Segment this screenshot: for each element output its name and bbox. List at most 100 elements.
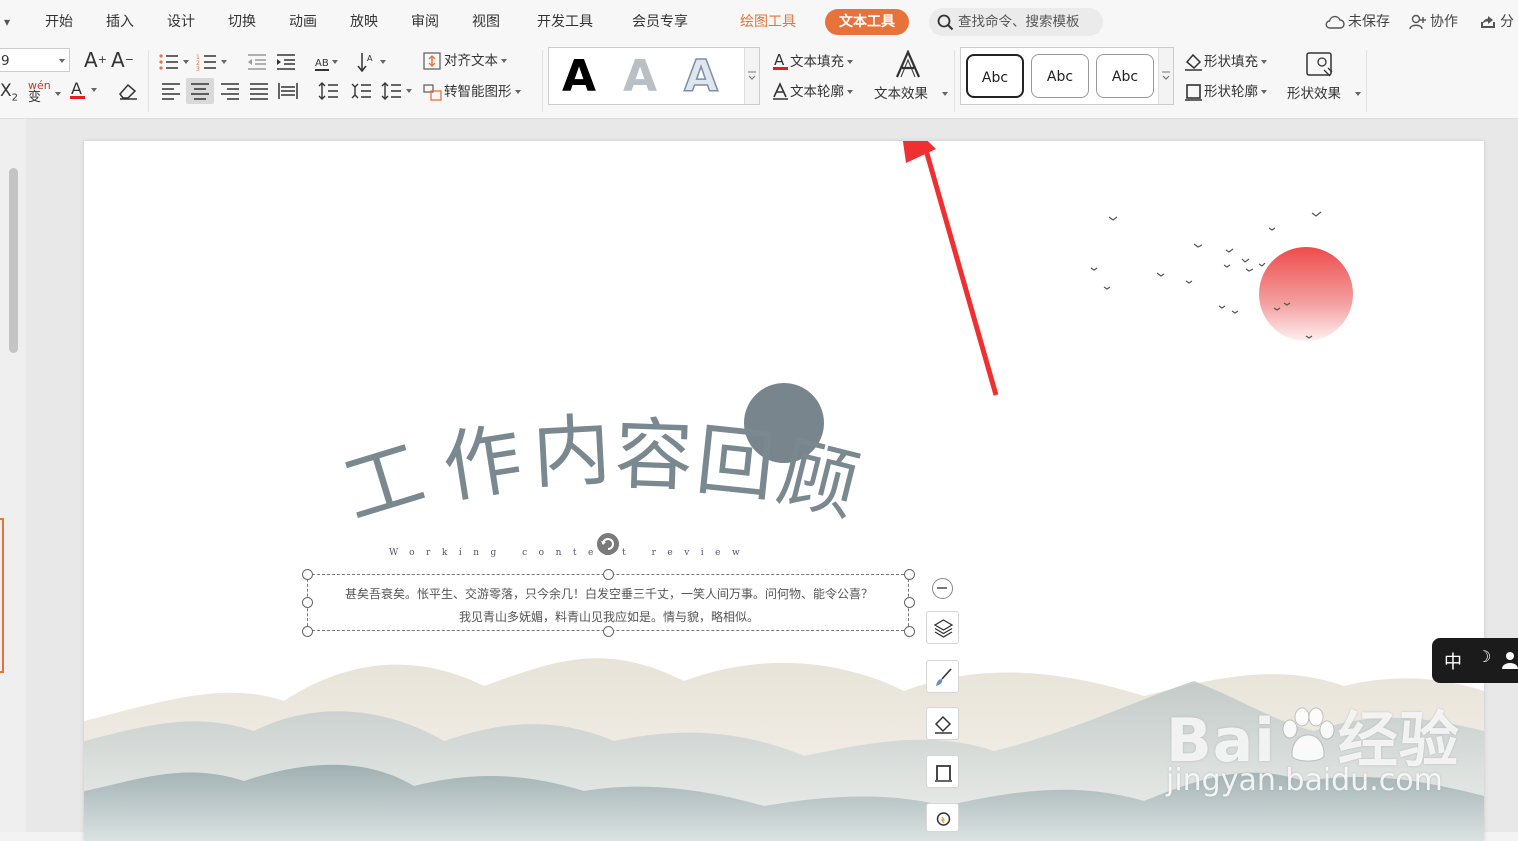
ime-toolbar[interactable]: 中 ☽	[1432, 638, 1518, 683]
tab-animation[interactable]: 动画	[289, 0, 317, 44]
text-fill-button[interactable]: A 文本填充	[772, 51, 853, 72]
tab-review[interactable]: 审阅	[411, 0, 439, 44]
tab-transition[interactable]: 切换	[228, 0, 256, 44]
resize-handle[interactable]	[904, 597, 915, 608]
increase-indent-button[interactable]	[275, 52, 297, 72]
line-spacing-button[interactable]	[318, 81, 340, 101]
idea-tool-button[interactable]	[926, 803, 959, 832]
shape-outline-button[interactable]: 形状轮廓	[1184, 82, 1267, 102]
ribbon-toolbar: 9 A+ A− X2 wén 变 A 123 AB A 对齐文本 转智能图形 A …	[0, 44, 1518, 119]
spacing-options-icon	[381, 82, 401, 100]
text-fill-label: 文本填充	[790, 54, 844, 70]
font-size-input[interactable]: 9	[0, 48, 70, 72]
tab-design[interactable]: 设计	[167, 0, 195, 44]
chevron-down-icon	[406, 89, 412, 93]
shape-effect-button[interactable]: 形状效果	[1287, 50, 1361, 106]
wordart-style-gray[interactable]: A	[623, 50, 657, 104]
align-center-button[interactable]	[186, 78, 214, 104]
svg-text:A: A	[71, 79, 82, 98]
text-effect-button[interactable]: 文本效果	[874, 50, 948, 106]
align-text-button[interactable]: 对齐文本	[422, 51, 507, 71]
shape-effect-label: 形状效果	[1287, 86, 1341, 102]
smart-shape-button[interactable]: 转智能图形	[422, 82, 521, 102]
decrease-indent-button[interactable]	[246, 52, 268, 72]
outline-tool-button[interactable]	[926, 755, 959, 788]
shape-style-gallery[interactable]: Abc Abc Abc	[960, 47, 1174, 105]
svg-text:A: A	[774, 52, 785, 69]
shape-fill-label: 形状填充	[1204, 54, 1258, 70]
resize-handle[interactable]	[603, 626, 614, 637]
command-search-box[interactable]: 查找命令、搜索模板	[929, 8, 1103, 36]
clear-format-button[interactable]	[117, 81, 139, 101]
decrease-font-button[interactable]: A−	[111, 50, 134, 70]
tab-insert[interactable]: 插入	[106, 0, 134, 44]
wordart-style-gallery[interactable]: A A A	[548, 47, 760, 105]
resize-handle[interactable]	[603, 569, 614, 580]
line-spacing-icon	[318, 82, 338, 100]
ribbon-separator	[954, 50, 955, 112]
gallery-scroll[interactable]	[744, 48, 759, 104]
numbered-list-button[interactable]: 123	[196, 52, 227, 73]
collaborate-button[interactable]: 协作	[1409, 0, 1458, 44]
current-slide-marker[interactable]	[0, 518, 4, 673]
text-effect-icon	[895, 50, 921, 78]
resize-handle[interactable]	[302, 597, 313, 608]
align-right-button[interactable]	[219, 81, 241, 101]
subscript-button[interactable]: X2	[0, 81, 18, 108]
shape-style-1[interactable]: Abc	[966, 54, 1024, 98]
collapse-toolbar-button[interactable]	[932, 578, 953, 599]
chevron-down-icon	[514, 90, 521, 94]
brush-tool-button[interactable]	[926, 660, 959, 693]
chevron-down-icon	[847, 60, 853, 64]
sort-button[interactable]: A	[357, 51, 386, 73]
layers-tool-button[interactable]	[926, 611, 959, 644]
wordart-style-outline[interactable]: A	[683, 50, 719, 104]
quick-menu-caret[interactable]: ▾	[4, 0, 10, 44]
tab-start[interactable]: 开始	[45, 0, 73, 44]
wordart-style-black[interactable]: A	[562, 50, 596, 104]
rotate-handle-icon[interactable]	[596, 532, 620, 556]
body-textbox[interactable]: 甚矣吾衰矣。怅平生、交游零落，只今余几！白发空垂三千丈，一笑人间万事。问何物、能…	[307, 574, 909, 631]
text-direction-button[interactable]: AB	[315, 52, 338, 74]
moon-icon[interactable]: ☽	[1477, 647, 1491, 666]
phonetic-guide-button[interactable]: wén 变	[28, 80, 51, 105]
slide-subtitle[interactable]: Working content review	[389, 548, 751, 558]
tab-developer[interactable]: 开发工具	[537, 0, 593, 44]
shape-style-2[interactable]: Abc	[1031, 54, 1089, 98]
thumbnail-scrollbar[interactable]	[9, 168, 18, 353]
gallery-scroll[interactable]	[1158, 48, 1173, 104]
paragraph-spacing-button[interactable]	[351, 81, 373, 101]
tab-member[interactable]: 会员专享	[632, 0, 688, 44]
distribute-button[interactable]	[277, 81, 299, 101]
resize-handle[interactable]	[302, 569, 313, 580]
shape-fill-button[interactable]: 形状填充	[1184, 52, 1267, 72]
tab-view[interactable]: 视图	[472, 0, 500, 44]
resize-handle[interactable]	[904, 626, 915, 637]
justify-button[interactable]	[248, 81, 270, 101]
increase-font-button[interactable]: A+	[84, 50, 107, 70]
align-left-button[interactable]	[160, 81, 182, 101]
chevron-down-icon	[331, 60, 338, 64]
grow-font-letter: A	[84, 48, 98, 72]
shape-outline-label: 形状轮廓	[1204, 84, 1258, 100]
paragraph-options-button[interactable]	[381, 81, 412, 101]
share-button[interactable]: 分	[1479, 0, 1514, 44]
tab-text-tools[interactable]: 文本工具	[825, 9, 909, 35]
resize-handle[interactable]	[302, 626, 313, 637]
chevron-down-icon[interactable]	[55, 92, 61, 96]
resize-handle[interactable]	[904, 569, 915, 580]
wen-char: 变	[28, 90, 42, 105]
title-char-1: 工	[333, 428, 434, 537]
shape-style-3[interactable]: Abc	[1096, 54, 1154, 98]
bullet-list-button[interactable]	[158, 52, 189, 72]
text-outline-button[interactable]: 文本轮廓	[772, 82, 853, 102]
font-color-button[interactable]: A	[68, 79, 97, 101]
tab-drawing-tools[interactable]: 绘图工具	[740, 0, 796, 44]
title-char-4: 容	[613, 410, 694, 503]
tab-slideshow[interactable]: 放映	[350, 0, 378, 44]
fill-tool-button[interactable]	[926, 707, 959, 740]
ribbon-separator	[1366, 50, 1367, 112]
user-icon[interactable]	[1502, 651, 1518, 669]
ime-mode-label[interactable]: 中	[1444, 648, 1462, 674]
unsaved-button[interactable]: 未保存	[1325, 0, 1390, 44]
